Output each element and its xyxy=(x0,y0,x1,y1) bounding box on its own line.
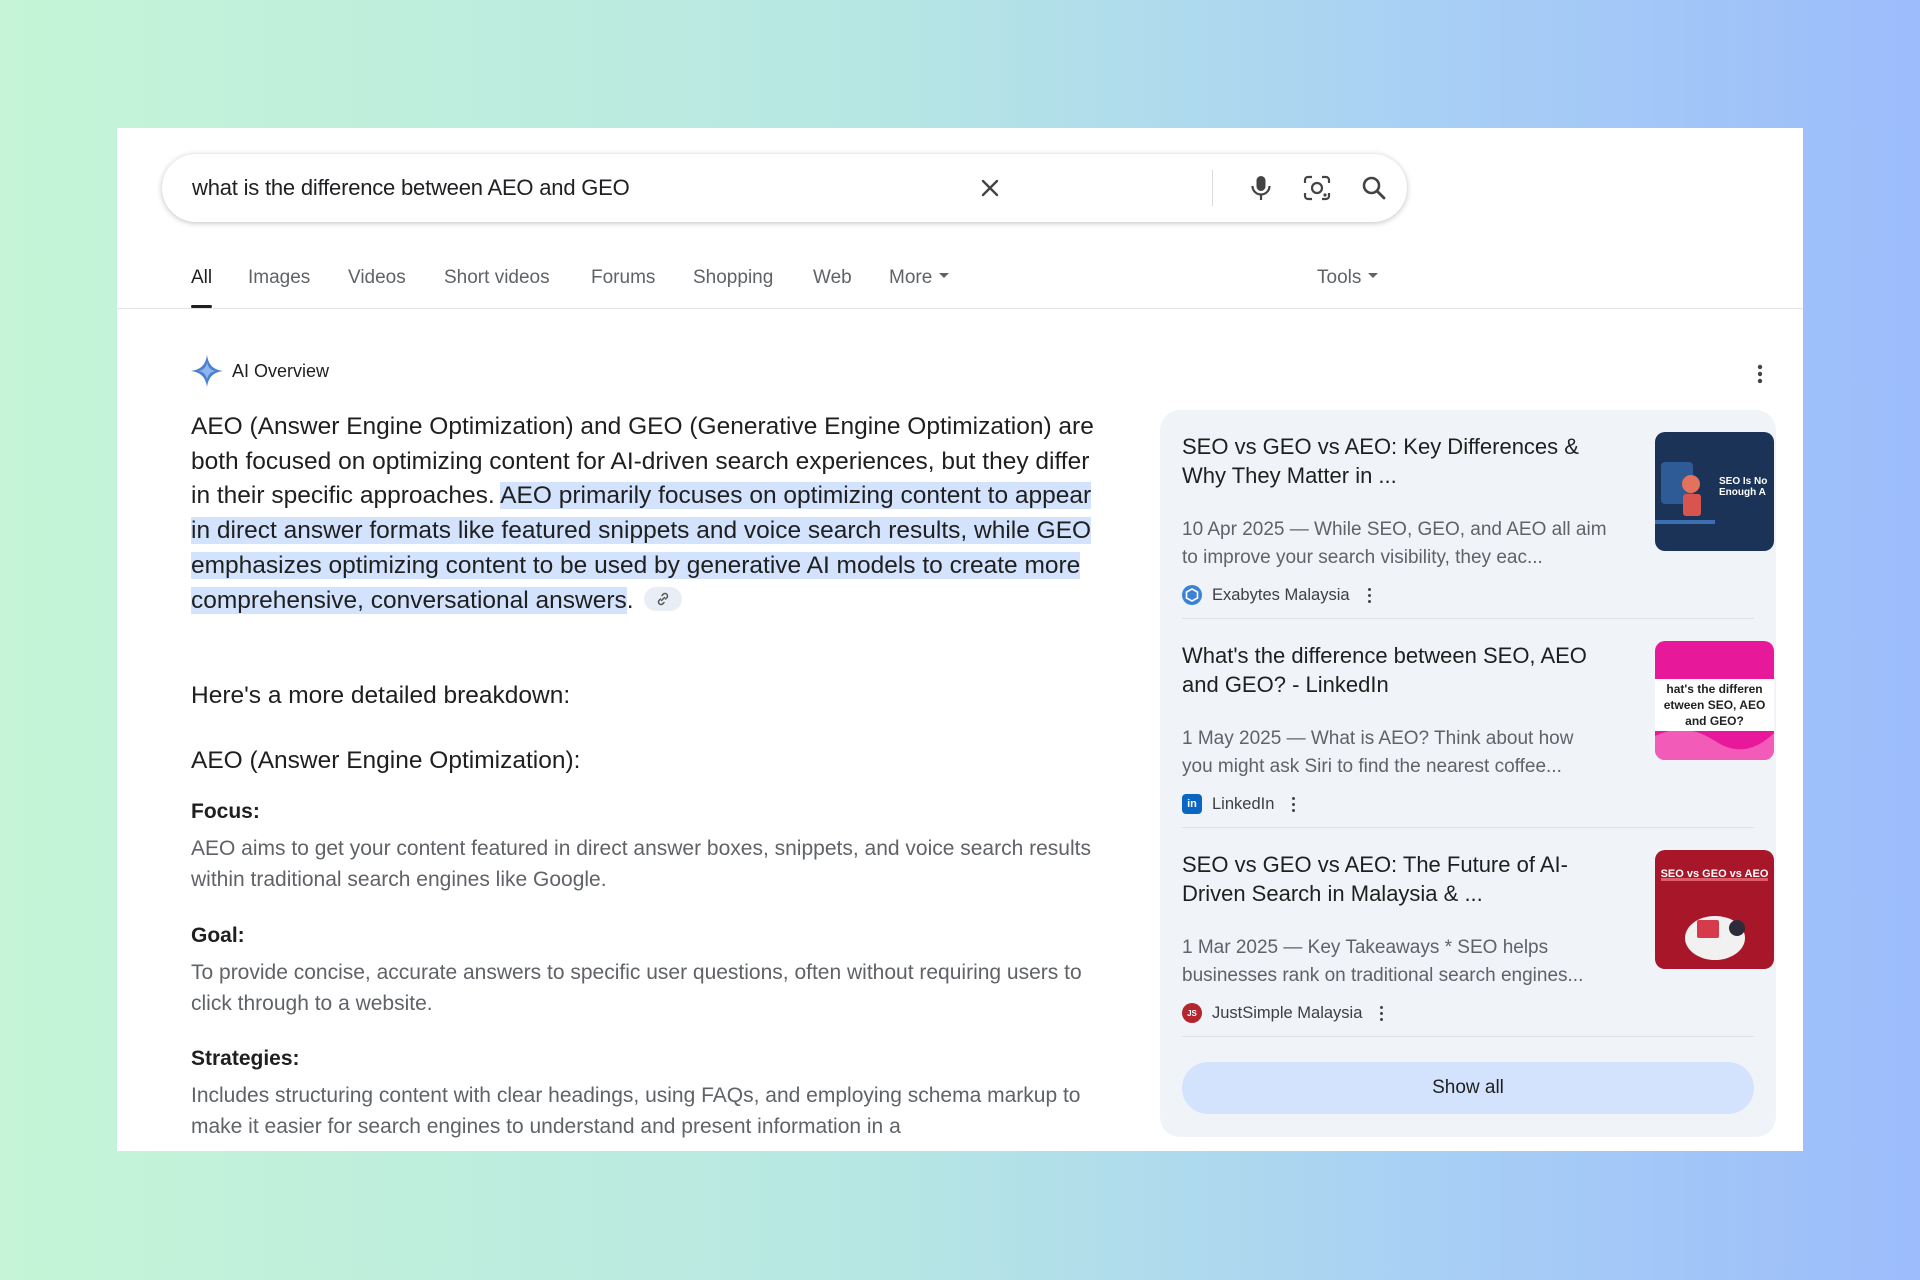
microphone-icon xyxy=(1251,176,1271,200)
close-icon xyxy=(981,179,999,197)
sources-panel: SEO vs GEO vs AEO: Key Differences & Why… xyxy=(1160,410,1776,1137)
camera-lens-icon xyxy=(1303,175,1331,201)
tab-more-label: More xyxy=(889,267,933,288)
goal-label: Goal: xyxy=(191,924,245,947)
aeo-section-title: AEO (Answer Engine Optimization): xyxy=(191,747,581,774)
search-divider xyxy=(1212,170,1213,206)
tab-forums[interactable]: Forums xyxy=(591,256,655,308)
source-card[interactable]: SEO vs GEO vs AEO: Key Differences & Why… xyxy=(1182,432,1774,622)
source-menu-button[interactable] xyxy=(1367,587,1371,603)
ai-overview-menu-button[interactable] xyxy=(1757,364,1763,389)
source-title[interactable]: SEO vs GEO vs AEO: Key Differences & Why… xyxy=(1182,432,1622,490)
sparkle-icon xyxy=(191,355,223,387)
caret-down-icon xyxy=(1368,273,1379,279)
link-icon xyxy=(657,592,668,606)
thumbnail-text: SEO Is No Enough A xyxy=(1719,476,1768,498)
answer-period: . xyxy=(626,586,634,614)
breakdown-text: Here's a more detailed breakdown: xyxy=(191,682,571,709)
source-snippet: 1 May 2025 — What is AEO? Think about ho… xyxy=(1182,728,1574,777)
tab-more[interactable]: More xyxy=(889,256,950,308)
card-divider xyxy=(1182,618,1754,619)
source-menu-button[interactable] xyxy=(1292,796,1296,812)
tab-shopping[interactable]: Shopping xyxy=(693,256,773,308)
source-card[interactable]: SEO vs GEO vs AEO: The Future of AI-Driv… xyxy=(1182,850,1774,1040)
tab-web[interactable]: Web xyxy=(813,256,852,308)
source-site: in LinkedIn xyxy=(1182,792,1296,816)
source-card[interactable]: What's the difference between SEO, AEO a… xyxy=(1182,641,1774,831)
ai-overview-header: AI Overview xyxy=(190,354,329,388)
tab-videos[interactable]: Videos xyxy=(348,256,406,308)
source-name: JustSimple Malaysia xyxy=(1212,1003,1363,1022)
search-tabs: All Images Videos Short videos Forums Sh… xyxy=(117,256,1803,309)
source-snippet: 10 Apr 2025 — While SEO, GEO, and AEO al… xyxy=(1182,519,1607,568)
strategies-label: Strategies: xyxy=(191,1047,300,1070)
source-snippet: 1 Mar 2025 — Key Takeaways * SEO helps b… xyxy=(1182,937,1584,986)
source-menu-button[interactable] xyxy=(1380,1005,1384,1021)
source-title[interactable]: What's the difference between SEO, AEO a… xyxy=(1182,641,1622,699)
browser-window: what is the difference between AEO and G… xyxy=(117,128,1803,1151)
search-input[interactable]: what is the difference between AEO and G… xyxy=(192,154,630,222)
source-name: Exabytes Malaysia xyxy=(1212,585,1350,604)
exabytes-logo-icon xyxy=(1182,585,1202,605)
linkedin-logo-icon: in xyxy=(1182,794,1202,814)
clear-search-button[interactable] xyxy=(970,168,1010,208)
source-thumbnail[interactable]: hat's the differen etween SEO, AEO and G… xyxy=(1655,641,1774,760)
show-all-button[interactable]: Show all xyxy=(1182,1062,1754,1114)
tools-button[interactable]: Tools xyxy=(1317,256,1379,308)
lens-search-button[interactable] xyxy=(1297,168,1337,208)
tab-all[interactable]: All xyxy=(191,256,213,308)
strategies-text: Includes structuring content with clear … xyxy=(191,1084,1081,1138)
source-name: LinkedIn xyxy=(1212,794,1275,813)
source-thumbnail[interactable]: SEO Is No Enough A xyxy=(1655,432,1774,551)
ai-overview-answer: AEO (Answer Engine Optimization) and GEO… xyxy=(191,410,1111,618)
tab-images[interactable]: Images xyxy=(248,256,310,308)
focus-label: Focus: xyxy=(191,800,260,823)
source-thumbnail[interactable]: SEO vs GEO vs AEO xyxy=(1655,850,1774,969)
voice-search-button[interactable] xyxy=(1241,168,1281,208)
card-divider xyxy=(1182,827,1754,828)
card-divider xyxy=(1182,1036,1754,1037)
tab-short-videos[interactable]: Short videos xyxy=(444,256,550,308)
source-title[interactable]: SEO vs GEO vs AEO: The Future of AI-Driv… xyxy=(1182,850,1622,908)
thumbnail-text: hat's the differen etween SEO, AEO and G… xyxy=(1663,682,1766,728)
search-icon xyxy=(1362,176,1386,200)
ai-overview-title: AI Overview xyxy=(232,360,330,381)
tools-label: Tools xyxy=(1317,267,1362,288)
search-bar[interactable]: what is the difference between AEO and G… xyxy=(162,154,1407,222)
focus-text: AEO aims to get your content featured in… xyxy=(191,837,1091,891)
thumbnail-text: SEO vs GEO vs AEO xyxy=(1660,868,1769,880)
source-site: JS JustSimple Malaysia xyxy=(1182,1001,1384,1025)
more-vert-icon xyxy=(1757,364,1763,384)
search-submit-button[interactable] xyxy=(1354,168,1394,208)
goal-text: To provide concise, accurate answers to … xyxy=(191,961,1082,1015)
caret-down-icon xyxy=(939,273,950,279)
source-site: Exabytes Malaysia xyxy=(1182,583,1371,607)
justsimple-logo-icon: JS xyxy=(1182,1003,1202,1023)
citation-link-button[interactable] xyxy=(643,587,682,612)
